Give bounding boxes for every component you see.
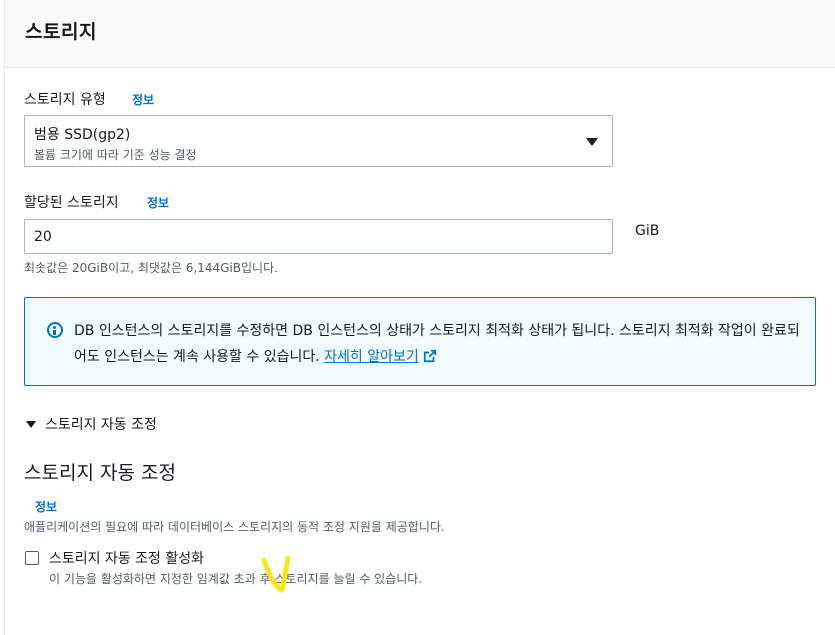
enable-autoscaling-checkbox[interactable] <box>25 551 39 565</box>
storage-unit-label: GiB <box>635 223 660 239</box>
caret-down-icon <box>26 421 36 428</box>
enable-autoscaling-label[interactable]: 스토리지 자동 조정 활성화 <box>49 548 204 568</box>
panel-header: 스토리지 <box>5 0 835 68</box>
autoscaling-expander-label: 스토리지 자동 조정 <box>45 417 157 433</box>
storage-type-select[interactable]: 범용 SSD(gp2) 볼륨 크기에 따라 기준 성능 결정 <box>24 115 613 167</box>
alert-message: DB 인스턴스의 스토리지를 수정하면 DB 인스턴스의 상태가 스토리지 최적… <box>74 318 809 370</box>
storage-type-selected-desc: 볼륨 크기에 따라 기준 성능 결정 <box>34 148 197 162</box>
storage-type-selected-value: 범용 SSD(gp2) <box>34 127 131 143</box>
autoscaling-description: 애플리케이션의 필요에 따라 데이터베이스 스토리지의 동적 조정 지원을 제공… <box>24 520 445 534</box>
panel-left-border <box>4 0 5 635</box>
external-link-icon[interactable] <box>423 349 437 363</box>
alert-text: DB 인스턴스의 스토리지를 수정하면 DB 인스턴스의 상태가 스토리지 최적… <box>74 323 800 365</box>
allocated-storage-hint: 최솟값은 20GiB이고, 최댓값은 6,144GiB입니다. <box>24 261 278 275</box>
info-circle-icon <box>47 322 63 338</box>
panel-title: 스토리지 <box>25 21 97 43</box>
storage-type-label: 스토리지 유형 <box>24 92 106 108</box>
autoscaling-heading: 스토리지 자동 조정 <box>24 462 176 484</box>
enable-autoscaling-desc: 이 기능을 활성화하면 지정한 임계값 초과 후 스토리지를 늘릴 수 있습니다… <box>49 572 423 586</box>
info-alert: DB 인스턴스의 스토리지를 수정하면 DB 인스턴스의 상태가 스토리지 최적… <box>24 297 816 386</box>
storage-type-info-link[interactable]: 정보 <box>132 91 154 108</box>
autoscaling-info-link[interactable]: 정보 <box>35 498 57 515</box>
caret-down-icon <box>586 138 598 146</box>
allocated-storage-label: 할당된 스토리지 <box>24 195 119 211</box>
allocated-storage-info-link[interactable]: 정보 <box>147 194 169 211</box>
learn-more-link[interactable]: 자세히 알아보기 <box>324 349 419 365</box>
allocated-storage-input[interactable] <box>24 219 613 254</box>
